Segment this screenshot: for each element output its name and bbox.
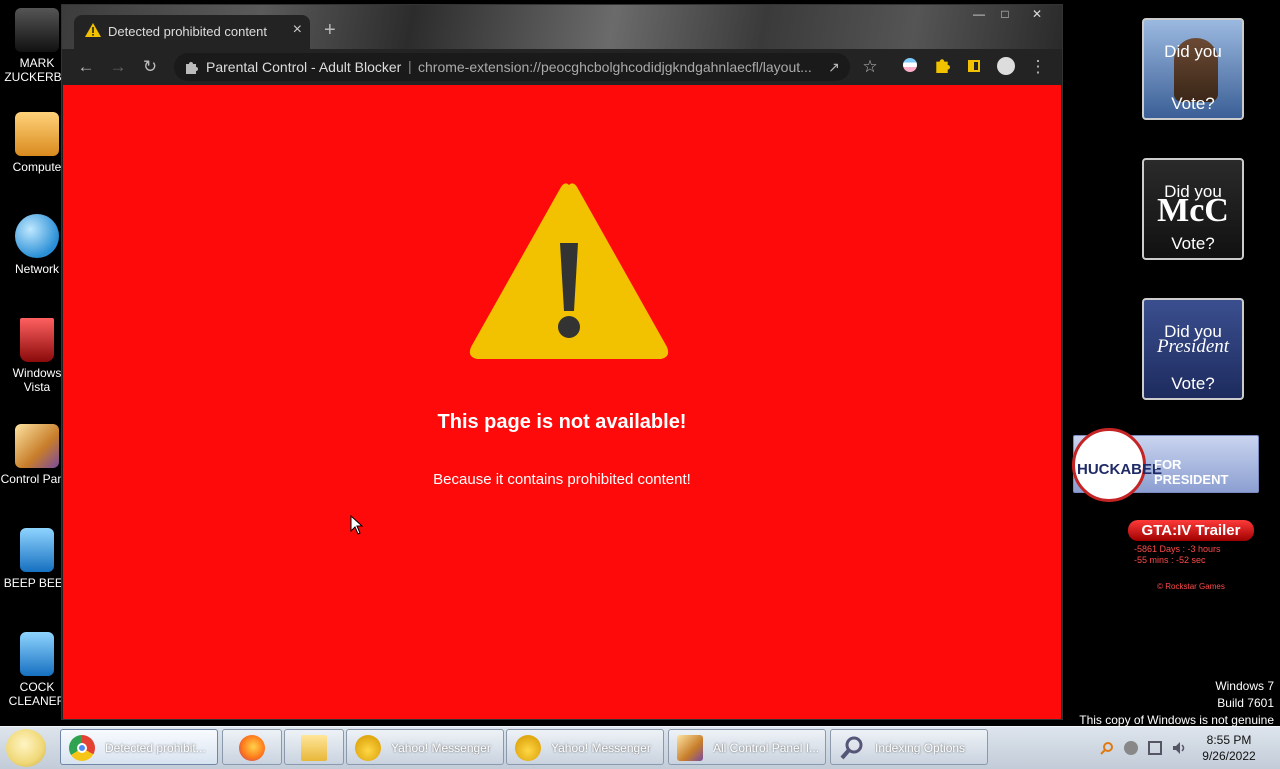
browser-toolbar: ← → ↻ Parental Control - Adult Blocker |… [62, 49, 1062, 85]
person-icon [15, 8, 59, 52]
url-separator: | [408, 58, 412, 74]
vote-gadget-2[interactable]: Did you McC Vote? [1142, 158, 1244, 260]
forward-arrow-icon[interactable]: → [108, 57, 128, 77]
puzzle-icon [186, 62, 198, 74]
firefox-icon [239, 735, 265, 761]
extension-flag-icon[interactable] [900, 57, 920, 77]
minimize-button[interactable]: — [968, 7, 990, 23]
vote-gadget-3[interactable]: Did you President Vote? [1142, 298, 1244, 400]
network-tray-icon[interactable] [1148, 741, 1162, 755]
taskbar-item-control-panel[interactable]: All Control Panel I... [668, 729, 826, 765]
gadget-bottom-text: Vote? [1171, 234, 1215, 253]
windows-build: Build 7601 [1217, 696, 1274, 710]
gta-countdown-line-1: -5861 Days : -3 hours [1134, 544, 1221, 554]
taskbar-item-yahoo-messenger-1[interactable]: Yahoo! Messenger [346, 729, 504, 765]
start-button[interactable] [6, 729, 46, 767]
reload-icon[interactable]: ↻ [140, 57, 160, 77]
messenger-tray-icon[interactable] [1124, 741, 1138, 755]
gta-trailer-button[interactable]: GTA:IV Trailer [1128, 520, 1254, 541]
taskbar: Detected prohibit... Yahoo! Messenger Ya… [0, 726, 1280, 769]
share-icon[interactable]: ↗ [824, 57, 844, 77]
control-panel-icon [15, 424, 59, 468]
blue-folder-icon [20, 528, 54, 572]
taskbar-item-label: All Control Panel I... [713, 741, 819, 755]
taskbar-item-chrome[interactable]: Detected prohibit... [60, 729, 218, 765]
gta-credit: © Rockstar Games [1157, 582, 1225, 591]
network-globe-icon [15, 214, 59, 258]
folder-icon [301, 735, 327, 761]
clock-date: 9/26/2022 [1202, 749, 1256, 763]
vote-gadget-1[interactable]: Did you Vote? [1142, 18, 1244, 120]
taskbar-item-label: Yahoo! Messenger [391, 741, 491, 755]
gadget-bottom-text: Vote? [1171, 374, 1215, 393]
huckabee-tagline: FOR PRESIDENT [1154, 457, 1229, 487]
taskbar-item-folder[interactable] [284, 729, 344, 765]
taskbar-item-indexing-options[interactable]: Indexing Options [830, 729, 988, 765]
taskbar-item-label: Detected prohibit... [105, 741, 206, 755]
yahoo-messenger-icon [515, 735, 541, 761]
chrome-icon [69, 735, 95, 761]
browser-tab[interactable]: Detected prohibited content × [74, 15, 310, 49]
mouse-cursor-icon [350, 515, 364, 535]
site-name: Parental Control - Adult Blocker [206, 59, 402, 75]
side-panel-icon[interactable] [964, 57, 984, 77]
warning-icon [85, 23, 101, 37]
blocked-page: This page is not available! Because it c… [63, 85, 1061, 719]
gadget-middle-text: McC [1157, 192, 1229, 229]
url-text: chrome-extension://peocghcbolghcodidjgkn… [418, 59, 812, 75]
address-bar[interactable]: Parental Control - Adult Blocker | chrom… [174, 53, 850, 81]
recycle-bin-icon [20, 318, 54, 362]
taskbar-item-firefox[interactable] [222, 729, 282, 765]
blue-folder-icon [20, 632, 54, 676]
menu-kebab-icon[interactable]: ⋮ [1028, 57, 1048, 77]
gadget-top-text: Did you [1164, 42, 1222, 61]
page-message: Because it contains prohibited content! [433, 471, 691, 488]
profile-avatar-icon[interactable] [996, 57, 1016, 77]
windows-genuine-notice: Windows 7 Build 7601 This copy of Window… [1079, 678, 1274, 729]
tab-close-icon[interactable]: × [293, 21, 302, 39]
search-icon[interactable] [1100, 741, 1114, 755]
windows-version: Windows 7 [1215, 679, 1274, 693]
browser-window: Detected prohibited content × + — □ ✕ ← … [61, 4, 1063, 720]
taskbar-item-yahoo-messenger-2[interactable]: Yahoo! Messenger [506, 729, 664, 765]
volume-icon[interactable] [1172, 741, 1186, 755]
yahoo-messenger-icon [355, 735, 381, 761]
extensions-puzzle-icon[interactable] [932, 57, 952, 77]
gadget-bottom-text: Vote? [1171, 94, 1215, 113]
clock-time: 8:55 PM [1206, 733, 1252, 747]
gadget-middle-text: President [1156, 336, 1230, 357]
bookmark-star-icon[interactable]: ☆ [860, 57, 880, 77]
taskbar-item-label: Yahoo! Messenger [551, 741, 651, 755]
warning-icon [469, 183, 669, 359]
huckabee-gadget[interactable]: HUCKABEE FOR PRESIDENT [1072, 428, 1259, 502]
close-button[interactable]: ✕ [1026, 7, 1048, 23]
gta-countdown-line-2: -55 mins : -52 sec [1134, 555, 1206, 565]
back-arrow-icon[interactable]: ← [76, 57, 96, 77]
control-panel-icon [677, 735, 703, 761]
computer-icon [15, 112, 59, 156]
browser-titlebar[interactable]: Detected prohibited content × + — □ ✕ [62, 5, 1062, 49]
tab-title: Detected prohibited content [108, 24, 267, 39]
page-title: This page is not available! [437, 411, 687, 433]
indexing-icon [839, 735, 865, 761]
gta-countdown-gadget: GTA:IV Trailer -5861 Days : -3 hours -55… [1128, 520, 1254, 591]
taskbar-clock[interactable]: 8:55 PM 9/26/2022 [1194, 732, 1264, 764]
huckabee-name: HUCKABEE [1077, 461, 1163, 478]
taskbar-item-label: Indexing Options [875, 741, 966, 755]
maximize-button[interactable]: □ [994, 7, 1016, 23]
new-tab-button[interactable]: + [324, 19, 336, 42]
